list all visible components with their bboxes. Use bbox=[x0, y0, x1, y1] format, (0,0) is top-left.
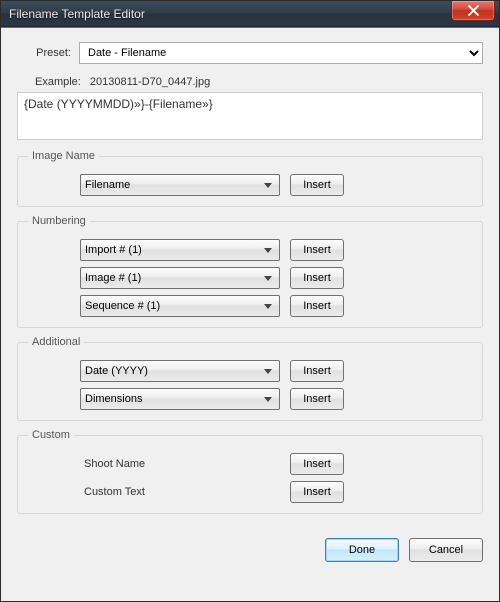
custom-text-label: Custom Text bbox=[80, 486, 200, 498]
insert-button[interactable]: Insert bbox=[290, 481, 344, 503]
preset-select[interactable]: Date - Filename bbox=[79, 42, 483, 64]
image-number-select[interactable]: Image # (1) bbox=[80, 267, 280, 289]
section-legend: Numbering bbox=[28, 215, 90, 227]
example-label: Example: bbox=[35, 76, 81, 88]
section-additional: Additional Date (YYYY) Insert Dimensions… bbox=[17, 336, 483, 421]
insert-button[interactable]: Insert bbox=[290, 360, 344, 382]
section-legend: Image Name bbox=[28, 150, 99, 162]
client-area: Preset: Date - Filename Example: 2013081… bbox=[1, 27, 499, 601]
insert-button[interactable]: Insert bbox=[290, 388, 344, 410]
titlebar[interactable]: Filename Template Editor bbox=[1, 1, 499, 27]
insert-button[interactable]: Insert bbox=[290, 295, 344, 317]
dimensions-select[interactable]: Dimensions bbox=[80, 388, 280, 410]
template-text: {Date (YYYYMMDD)»}-{Filename»} bbox=[24, 97, 213, 111]
done-button[interactable]: Done bbox=[325, 538, 399, 562]
dialog-window: Filename Template Editor Preset: Date - … bbox=[0, 0, 500, 602]
date-select[interactable]: Date (YYYY) bbox=[80, 360, 280, 382]
close-button[interactable] bbox=[451, 1, 495, 21]
shoot-name-label: Shoot Name bbox=[80, 458, 200, 470]
insert-button[interactable]: Insert bbox=[290, 239, 344, 261]
insert-button[interactable]: Insert bbox=[290, 267, 344, 289]
import-number-select[interactable]: Import # (1) bbox=[80, 239, 280, 261]
image-name-select[interactable]: Filename bbox=[80, 174, 280, 196]
sequence-number-select[interactable]: Sequence # (1) bbox=[80, 295, 280, 317]
example-value: 20130811-D70_0447.jpg bbox=[90, 76, 210, 88]
window-title: Filename Template Editor bbox=[9, 7, 145, 21]
section-numbering: Numbering Import # (1) Insert Image # (1… bbox=[17, 215, 483, 328]
template-textarea[interactable]: {Date (YYYYMMDD)»}-{Filename»} bbox=[17, 92, 483, 140]
section-legend: Additional bbox=[28, 336, 84, 348]
close-icon bbox=[468, 5, 479, 16]
insert-button[interactable]: Insert bbox=[290, 174, 344, 196]
section-custom: Custom Shoot Name Insert Custom Text Ins… bbox=[17, 429, 483, 514]
cancel-button[interactable]: Cancel bbox=[409, 538, 483, 562]
section-legend: Custom bbox=[28, 429, 74, 441]
insert-button[interactable]: Insert bbox=[290, 453, 344, 475]
section-image-name: Image Name Filename Insert bbox=[17, 150, 483, 207]
preset-label: Preset: bbox=[17, 47, 79, 59]
